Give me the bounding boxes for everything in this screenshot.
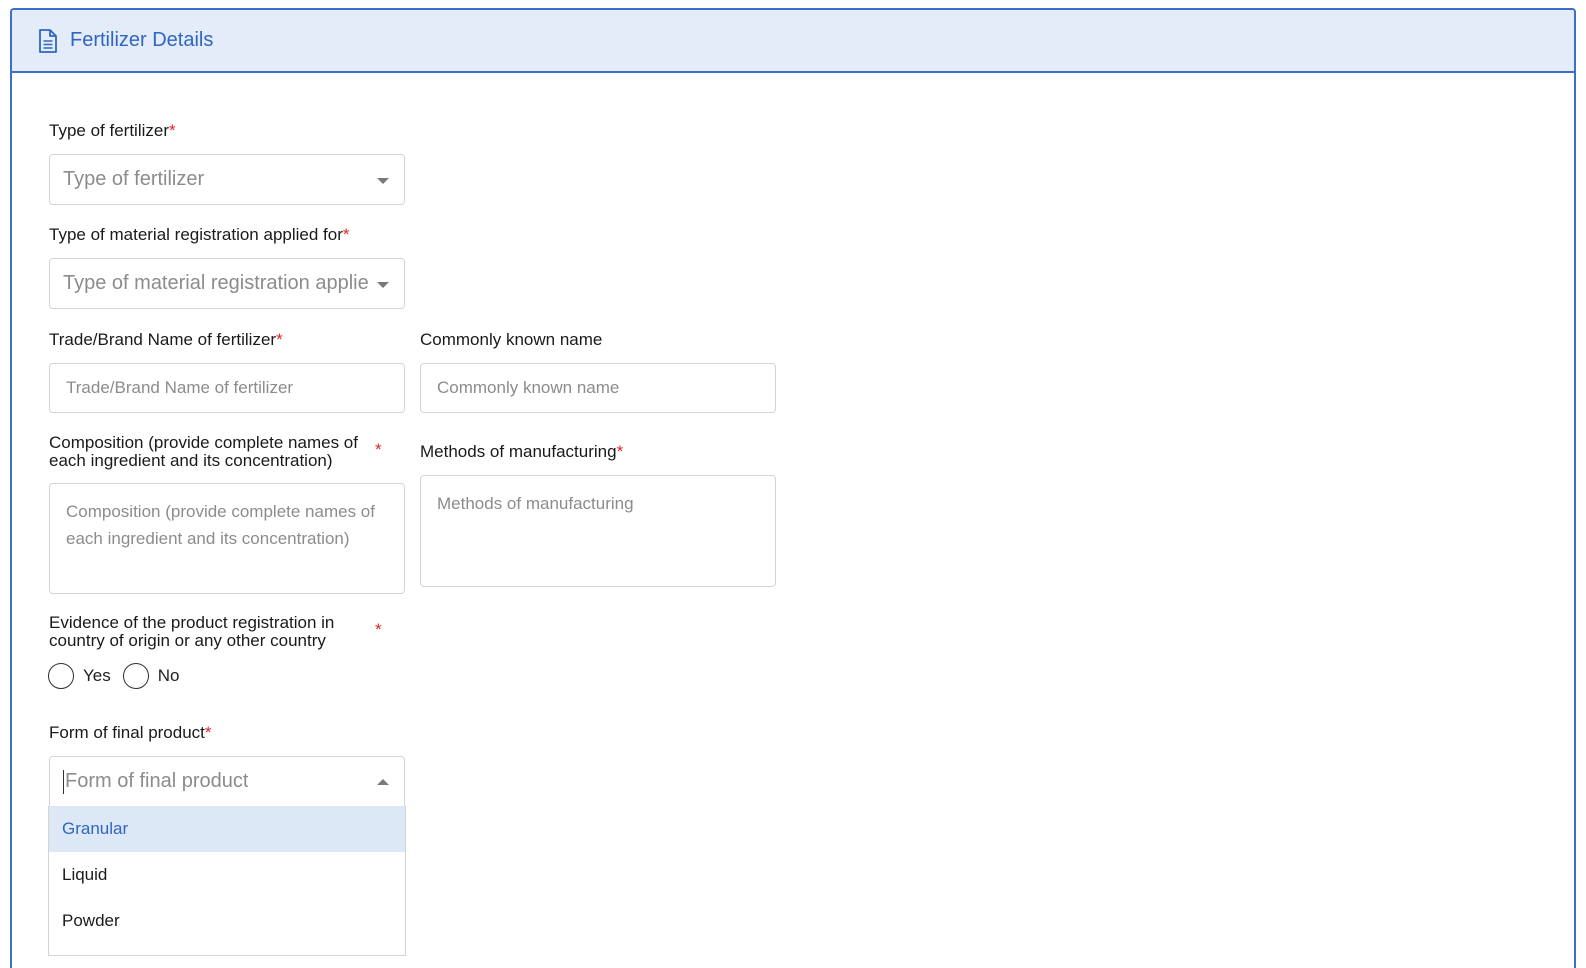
radio-yes[interactable] — [48, 663, 74, 689]
panel-title: Fertilizer Details — [70, 29, 214, 51]
form-of-final-product-label: Form of final product* — [49, 723, 212, 742]
commonly-known-name-label: Commonly known name — [420, 330, 603, 349]
required-mark: * — [375, 440, 382, 459]
evidence-registration-radio-group: Yes No — [48, 663, 191, 689]
caret-down-icon — [377, 282, 389, 288]
material-registration-label: Type of material registration applied fo… — [49, 225, 350, 244]
material-registration-select[interactable]: Type of material registration applie — [49, 258, 405, 309]
required-mark: * — [342, 225, 350, 244]
caret-down-icon — [377, 178, 389, 184]
form-of-final-product-select[interactable]: Form of final product — [49, 756, 405, 807]
required-mark: * — [616, 442, 624, 461]
radio-no[interactable] — [122, 663, 149, 689]
commonly-known-name-input[interactable]: Commonly known name — [420, 363, 776, 413]
dropdown-option-granular[interactable]: Granular — [49, 806, 405, 852]
composition-label: Composition (provide complete names of e… — [49, 433, 358, 470]
trade-brand-name-label: Trade/Brand Name of fertilizer* — [49, 330, 283, 349]
required-mark: * — [276, 330, 283, 349]
dropdown-option-powder[interactable]: Powder — [49, 898, 405, 944]
radio-no-label[interactable]: No — [158, 666, 180, 686]
trade-brand-name-input[interactable]: Trade/Brand Name of fertilizer — [49, 363, 405, 413]
required-mark: * — [169, 121, 176, 140]
dropdown-option-liquid[interactable]: Liquid — [49, 852, 405, 898]
form-of-final-product-dropdown: Granular Liquid Powder — [48, 806, 406, 956]
document-icon — [38, 28, 62, 54]
caret-up-icon — [377, 779, 389, 785]
type-of-fertilizer-label: Type of fertilizer* — [49, 121, 176, 140]
text-cursor — [63, 769, 64, 794]
required-mark: * — [204, 723, 212, 742]
methods-of-manufacturing-label: Methods of manufacturing* — [420, 442, 624, 461]
panel-header: Fertilizer Details — [12, 10, 1574, 73]
methods-of-manufacturing-textarea[interactable]: Methods of manufacturing — [420, 475, 776, 587]
required-mark: * — [375, 620, 382, 639]
radio-yes-label[interactable]: Yes — [83, 666, 111, 686]
evidence-registration-label: Evidence of the product registration in … — [49, 613, 335, 650]
type-of-fertilizer-select[interactable]: Type of fertilizer — [49, 154, 405, 205]
composition-textarea[interactable]: Composition (provide complete names of e… — [49, 483, 405, 594]
